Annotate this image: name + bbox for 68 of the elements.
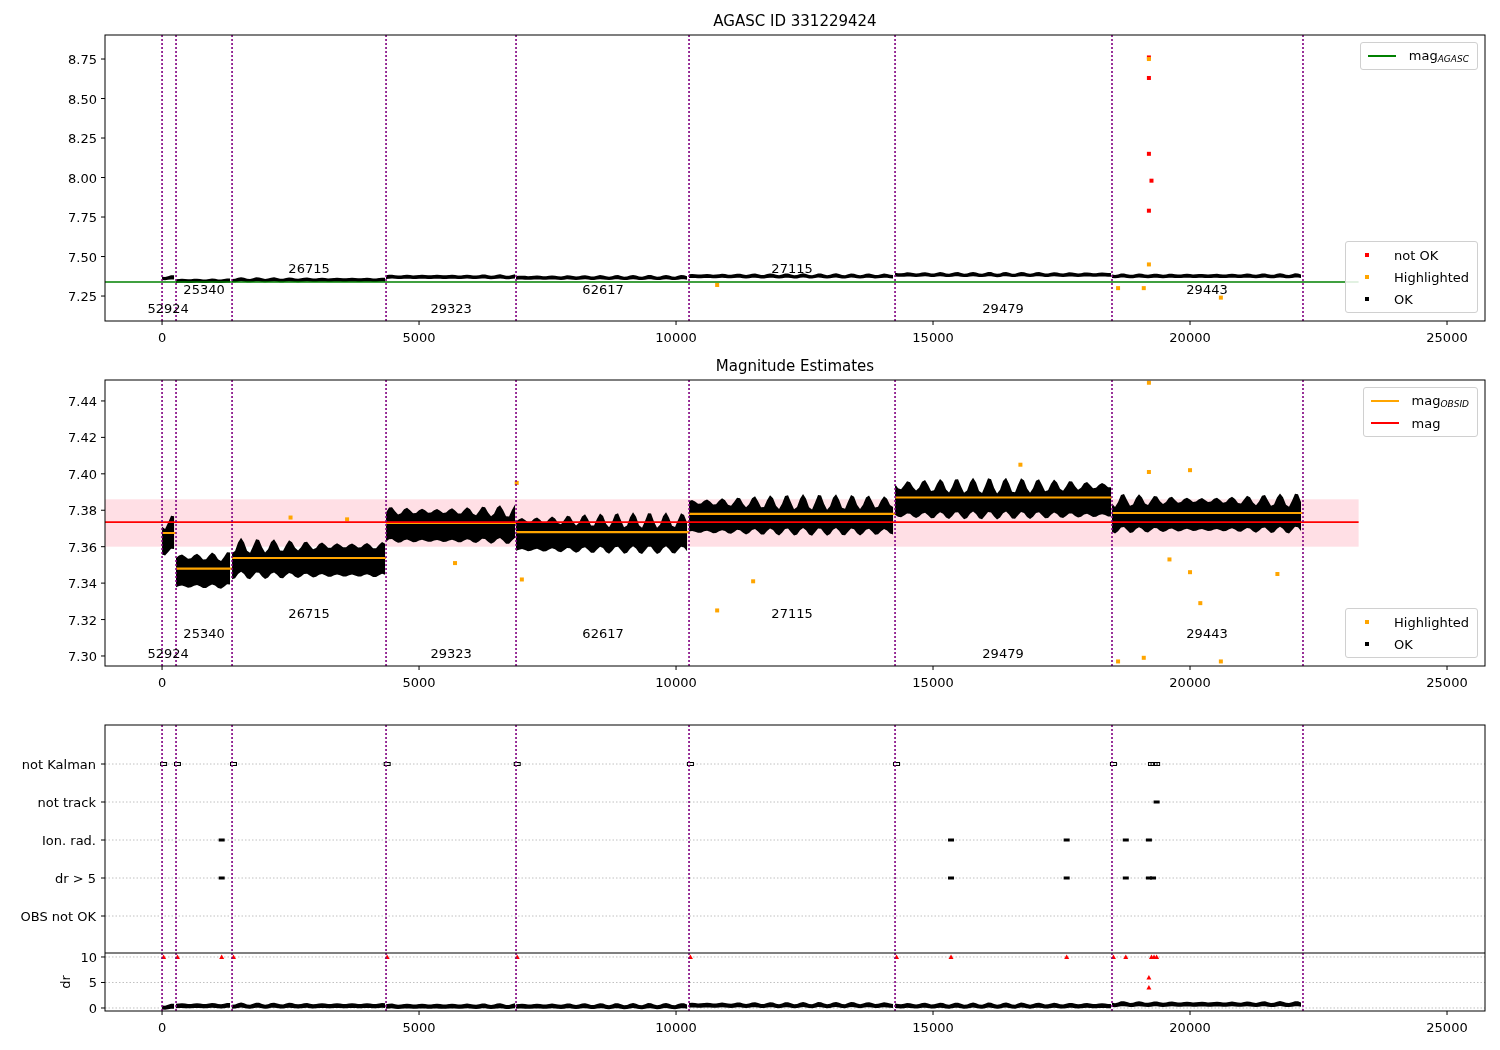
- chart-title: Magnitude Estimates: [715, 357, 875, 375]
- tick-label: 15000: [912, 675, 954, 690]
- tick-label: 10000: [655, 1020, 697, 1035]
- obsid-label: 29479: [982, 301, 1024, 316]
- tick-label: 7.36: [68, 539, 97, 555]
- tick-label: 7.42: [68, 430, 97, 446]
- tick-label: 7.34: [68, 576, 97, 592]
- tick-label: 5000: [402, 330, 436, 345]
- tick-label: 7.38: [68, 503, 97, 519]
- tick-label: 25000: [1426, 675, 1468, 690]
- obsid-label: 29443: [1186, 626, 1228, 641]
- tick-label: 0: [157, 1020, 167, 1035]
- tick-label: 0: [88, 1001, 97, 1016]
- tick-label: 10000: [655, 330, 697, 345]
- tick-label: 7.40: [68, 466, 97, 482]
- legend-label: OK: [1394, 291, 1413, 307]
- obsid-label: 25340: [183, 626, 225, 641]
- tick-label: 8.00: [68, 170, 97, 186]
- obsid-label: 52924: [147, 646, 189, 661]
- tick-label: 20000: [1169, 675, 1211, 690]
- obsid-label: 26715: [288, 261, 330, 276]
- obsid-label: 62617: [582, 626, 624, 641]
- obsid-label: 29323: [430, 301, 472, 316]
- tick-label: 5000: [402, 675, 436, 690]
- tick-label: 20000: [1169, 1020, 1211, 1035]
- tick-label: 5000: [402, 1020, 436, 1035]
- legend-label: mag: [1411, 415, 1441, 431]
- tick-label: 10: [80, 953, 97, 965]
- tick-label: not track: [37, 795, 96, 810]
- legend-label: OK: [1394, 636, 1413, 652]
- axis-label: dr: [58, 975, 73, 989]
- legend-label: mag$_{OBSID}$: [1411, 393, 1469, 409]
- tick-label: 5: [88, 975, 97, 991]
- tick-label: 20000: [1169, 330, 1211, 345]
- tick-label: 7.75: [68, 210, 97, 226]
- legend-label: Highlighted: [1394, 269, 1469, 285]
- chart-title: AGASC ID 331229424: [713, 12, 877, 30]
- obsid-label: 25340: [183, 282, 225, 297]
- tick-label: 0: [157, 675, 167, 690]
- tick-label: 25000: [1426, 1020, 1468, 1035]
- obsid-label: 52924: [147, 301, 189, 316]
- tick-label: 8.25: [68, 131, 97, 146]
- obsid-label: 62617: [582, 282, 624, 297]
- tick-label: OBS not OK: [20, 909, 96, 924]
- tick-label: 7.50: [68, 249, 97, 265]
- tick-label: not Kalman: [21, 757, 96, 772]
- obsid-label: 27115: [771, 606, 813, 621]
- legend-label: not OK: [1394, 247, 1439, 263]
- tick-label: 0: [157, 330, 167, 345]
- tick-label: 25000: [1426, 330, 1468, 345]
- tick-label: 8.75: [68, 52, 97, 67]
- tick-label: Ion. rad.: [42, 833, 96, 848]
- tick-label: 15000: [912, 330, 954, 345]
- tick-label: 8.50: [68, 91, 97, 107]
- obsid-label: 26715: [288, 606, 330, 621]
- obsid-label: 27115: [771, 261, 813, 276]
- tick-label: dr > 5: [54, 871, 96, 886]
- obsid-label: 29323: [430, 646, 472, 661]
- tick-label: 7.32: [68, 612, 97, 628]
- obsid-label: 29479: [982, 646, 1024, 661]
- tick-label: 10000: [655, 675, 697, 690]
- tick-label: 7.25: [68, 289, 97, 305]
- legend-label: Highlighted: [1394, 614, 1469, 630]
- tick-label: 15000: [912, 1020, 954, 1035]
- tick-label: 7.30: [68, 649, 97, 664]
- tick-label: 7.44: [68, 393, 97, 409]
- legend-label: mag$_{AGASC}$: [1408, 48, 1469, 64]
- obsid-label: 29443: [1186, 282, 1228, 297]
